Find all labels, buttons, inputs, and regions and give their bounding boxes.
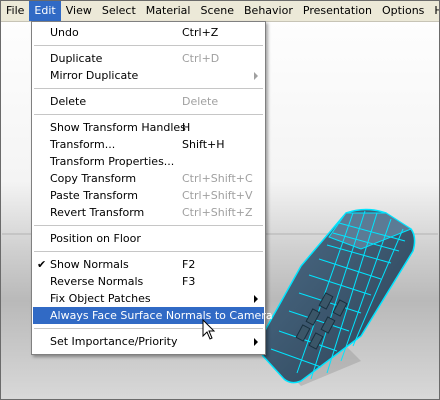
- menu-item-always-face-surface-normals[interactable]: Always Face Surface Normals to Camera: [33, 307, 273, 324]
- menu-item-shortcut: Delete: [182, 95, 219, 108]
- mouse-pointer-icon: [202, 319, 216, 340]
- menu-item-copy-transform[interactable]: Copy Transform Ctrl+Shift+C: [33, 170, 264, 187]
- menu-item-paste-transform[interactable]: Paste Transform Ctrl+Shift+V: [33, 187, 264, 204]
- menu-item-label: Undo: [50, 26, 79, 39]
- menu-item-label: Position on Floor: [50, 232, 141, 245]
- menu-item-label: Mirror Duplicate: [50, 69, 139, 82]
- menu-item-label: Copy Transform: [50, 172, 137, 185]
- submenu-arrow-icon: [254, 72, 258, 80]
- menu-item-shortcut: Ctrl+Shift+C: [182, 172, 253, 185]
- menu-item-shortcut: H: [182, 121, 191, 134]
- menu-item-label: Show Normals: [50, 258, 129, 271]
- menu-item-label: Fix Object Patches: [50, 292, 151, 305]
- menu-item-label: Revert Transform: [50, 206, 145, 219]
- menu-separator: [34, 328, 263, 329]
- menu-item-shortcut: Ctrl+Shift+V: [182, 189, 253, 202]
- menu-item-undo[interactable]: Undo Ctrl+Z: [33, 24, 264, 41]
- menu-separator: [34, 251, 263, 252]
- submenu-arrow-icon: [254, 338, 258, 346]
- checkmark-icon: ✔: [37, 258, 47, 271]
- menu-item-label: Show Transform Handles: [50, 121, 186, 134]
- menu-item-shortcut: F3: [182, 275, 196, 288]
- menu-item-reverse-normals[interactable]: Reverse Normals F3: [33, 273, 264, 290]
- menu-item-delete[interactable]: Delete Delete: [33, 93, 264, 110]
- menu-item-set-importance-priority[interactable]: Set Importance/Priority: [33, 333, 264, 350]
- menu-separator: [34, 225, 263, 226]
- menu-item-label: Always Face Surface Normals to Camera: [50, 309, 273, 322]
- menu-item-shortcut: F2: [182, 258, 196, 271]
- menu-item-label: Set Importance/Priority: [50, 335, 178, 348]
- menu-item-show-normals[interactable]: ✔ Show Normals F2: [33, 256, 264, 273]
- menu-item-shortcut: Ctrl+Shift+Z: [182, 206, 253, 219]
- menu-item-position-on-floor[interactable]: Position on Floor: [33, 230, 264, 247]
- menu-item-shortcut: Shift+H: [182, 138, 225, 151]
- menu-item-revert-transform[interactable]: Revert Transform Ctrl+Shift+Z: [33, 204, 264, 221]
- menu-item-shortcut: Ctrl+D: [182, 52, 220, 65]
- menu-item-label: Delete: [50, 95, 87, 108]
- menu-item-mirror-duplicate[interactable]: Mirror Duplicate: [33, 67, 264, 84]
- menu-item-transform-properties[interactable]: Transform Properties...: [33, 153, 264, 170]
- menu-item-label: Paste Transform: [50, 189, 138, 202]
- menu-item-show-transform-handles[interactable]: Show Transform Handles H: [33, 119, 264, 136]
- menu-separator: [34, 88, 263, 89]
- menu-item-duplicate[interactable]: Duplicate Ctrl+D: [33, 50, 264, 67]
- menu-item-label: Transform...: [50, 138, 116, 151]
- menu-item-label: Transform Properties...: [50, 155, 175, 168]
- menu-item-label: Duplicate: [50, 52, 103, 65]
- edit-dropdown-menu: Undo Ctrl+Z Duplicate Ctrl+D Mirror Dupl…: [31, 21, 273, 355]
- menu-item-fix-object-patches[interactable]: Fix Object Patches: [33, 290, 264, 307]
- menu-item-transform[interactable]: Transform... Shift+H: [33, 136, 264, 153]
- application-window: File Edit View Select Material Scene Beh…: [0, 0, 440, 400]
- menu-separator: [34, 45, 263, 46]
- submenu-arrow-icon: [254, 295, 258, 303]
- menu-item-label: Reverse Normals: [50, 275, 144, 288]
- menu-item-shortcut: Ctrl+Z: [182, 26, 219, 39]
- menu-separator: [34, 114, 263, 115]
